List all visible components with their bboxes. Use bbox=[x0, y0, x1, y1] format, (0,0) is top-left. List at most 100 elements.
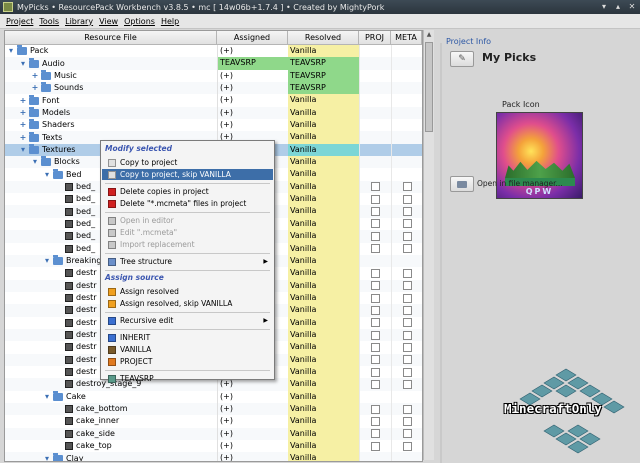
scroll-thumb[interactable] bbox=[425, 42, 433, 132]
menu-library[interactable]: Library bbox=[65, 17, 93, 26]
assigned-cell[interactable]: (+) bbox=[217, 106, 288, 120]
expand-toggle-icon[interactable]: + bbox=[19, 96, 27, 105]
assigned-cell[interactable]: (+) bbox=[217, 402, 288, 416]
table-row[interactable]: + Music (+) TEAVSRP bbox=[5, 69, 422, 83]
menu-item-copy-skip[interactable]: Copy to project, skip VANILLA bbox=[102, 169, 273, 180]
assigned-cell[interactable]: (+) bbox=[217, 415, 288, 428]
expand-toggle-icon[interactable]: ▾ bbox=[43, 454, 51, 461]
menu-item-assign-skip[interactable]: Assign resolved, skip VANILLA bbox=[102, 298, 273, 309]
assigned-cell[interactable]: (+) bbox=[217, 45, 288, 58]
meta-checkbox[interactable] bbox=[402, 231, 412, 241]
assigned-cell[interactable]: (+) bbox=[217, 69, 288, 83]
meta-checkbox[interactable] bbox=[402, 330, 412, 340]
meta-checkbox[interactable] bbox=[402, 416, 412, 426]
expand-toggle-icon[interactable]: ▾ bbox=[19, 59, 27, 68]
menu-tools[interactable]: Tools bbox=[39, 17, 59, 26]
resource-name-cell[interactable]: cake_bottom bbox=[5, 403, 217, 415]
expand-toggle-icon[interactable]: ▾ bbox=[19, 145, 27, 154]
assigned-cell[interactable]: (+) bbox=[217, 119, 288, 132]
proj-checkbox[interactable] bbox=[371, 330, 380, 340]
meta-checkbox[interactable] bbox=[402, 305, 412, 315]
meta-checkbox[interactable] bbox=[402, 379, 412, 389]
meta-checkbox[interactable] bbox=[402, 293, 412, 303]
menu-project[interactable]: Project bbox=[6, 17, 33, 26]
resource-name-cell[interactable]: ▾ Clay bbox=[5, 452, 217, 461]
expand-toggle-icon[interactable]: + bbox=[19, 133, 27, 142]
expand-toggle-icon[interactable]: ▾ bbox=[7, 47, 15, 55]
resource-name-cell[interactable]: cake_side bbox=[5, 428, 217, 440]
table-row[interactable]: + Sounds (+) TEAVSRP bbox=[5, 82, 422, 95]
proj-checkbox[interactable] bbox=[371, 441, 380, 451]
menu-item-edit-meta[interactable]: Edit ".mcmeta" bbox=[102, 227, 273, 238]
assigned-cell[interactable]: (+) bbox=[217, 427, 288, 440]
assigned-cell[interactable]: (+) bbox=[217, 440, 288, 453]
header-resource-file[interactable]: Resource File bbox=[5, 31, 217, 44]
proj-checkbox[interactable] bbox=[371, 342, 380, 352]
meta-checkbox[interactable] bbox=[402, 219, 412, 229]
proj-checkbox[interactable] bbox=[371, 367, 380, 377]
resource-name-cell[interactable]: + Models bbox=[5, 106, 217, 119]
resource-name-cell[interactable]: + Music bbox=[5, 69, 217, 82]
expand-toggle-icon[interactable]: ▾ bbox=[43, 170, 51, 179]
expand-toggle-icon[interactable]: + bbox=[31, 71, 39, 80]
menu-item-tree[interactable]: Tree structure ▶ bbox=[102, 256, 273, 267]
table-row[interactable]: ▾ Pack (+) Vanilla bbox=[5, 45, 422, 58]
table-row[interactable]: ▾ Clay (+) Vanilla bbox=[5, 452, 422, 461]
expand-toggle-icon[interactable]: ▾ bbox=[31, 158, 39, 166]
assigned-cell[interactable]: (+) bbox=[217, 390, 288, 403]
expand-toggle-icon[interactable]: + bbox=[19, 121, 27, 129]
expand-toggle-icon[interactable]: + bbox=[31, 84, 39, 92]
proj-checkbox[interactable] bbox=[371, 281, 380, 291]
resource-name-cell[interactable]: ▾ Audio bbox=[5, 57, 217, 69]
menu-item-vanilla[interactable]: VANILLA bbox=[102, 344, 273, 355]
resource-name-cell[interactable]: cake_top bbox=[5, 440, 217, 452]
resource-name-cell[interactable]: ▾ Cake bbox=[5, 390, 217, 403]
menu-view[interactable]: View bbox=[99, 17, 118, 26]
proj-checkbox[interactable] bbox=[371, 429, 380, 439]
meta-checkbox[interactable] bbox=[402, 281, 412, 291]
table-row[interactable]: + Models (+) Vanilla bbox=[5, 106, 422, 120]
proj-checkbox[interactable] bbox=[371, 305, 380, 315]
header-resolved[interactable]: Resolved bbox=[288, 31, 359, 44]
menu-item-assign[interactable]: Assign resolved bbox=[102, 286, 273, 297]
proj-checkbox[interactable] bbox=[371, 293, 380, 303]
proj-checkbox[interactable] bbox=[371, 244, 380, 254]
assigned-cell[interactable]: (+) bbox=[217, 94, 288, 107]
proj-checkbox[interactable] bbox=[371, 379, 380, 389]
meta-checkbox[interactable] bbox=[402, 355, 412, 365]
menu-item-editor[interactable]: Open in editor bbox=[102, 215, 273, 226]
maximize-icon[interactable]: ▴ bbox=[613, 2, 623, 12]
table-row[interactable]: cake_side (+) Vanilla bbox=[5, 427, 422, 440]
proj-checkbox[interactable] bbox=[371, 318, 380, 328]
close-icon[interactable]: ✕ bbox=[627, 2, 637, 12]
proj-checkbox[interactable] bbox=[371, 182, 380, 192]
resource-name-cell[interactable]: + Shaders bbox=[5, 119, 217, 131]
menu-help[interactable]: Help bbox=[161, 17, 179, 26]
header-proj[interactable]: PROJ bbox=[359, 31, 391, 44]
proj-checkbox[interactable] bbox=[371, 268, 380, 278]
table-row[interactable]: ▾ Cake (+) Vanilla bbox=[5, 390, 422, 403]
assigned-cell[interactable]: (+) bbox=[217, 452, 288, 461]
header-assigned[interactable]: Assigned bbox=[217, 31, 288, 44]
meta-checkbox[interactable] bbox=[402, 182, 412, 192]
proj-checkbox[interactable] bbox=[371, 231, 380, 241]
meta-checkbox[interactable] bbox=[402, 441, 412, 451]
assigned-cell[interactable]: TEAVSRP bbox=[217, 57, 288, 70]
meta-checkbox[interactable] bbox=[402, 268, 412, 278]
menu-item-teavsrp[interactable]: TEAVSRP bbox=[102, 373, 273, 384]
resource-name-cell[interactable]: ▾ Pack bbox=[5, 45, 217, 57]
scroll-up-icon[interactable]: ▲ bbox=[424, 31, 434, 38]
tree-scrollbar[interactable]: ▲ bbox=[423, 30, 434, 460]
header-meta[interactable]: META bbox=[391, 31, 422, 44]
menu-item-delete[interactable]: Delete copies in project bbox=[102, 186, 273, 197]
menu-item-inherit[interactable]: INHERIT bbox=[102, 332, 273, 343]
title-bar[interactable]: MyPicks • ResourcePack Workbench v3.8.5 … bbox=[0, 0, 640, 14]
table-row[interactable]: cake_bottom (+) Vanilla bbox=[5, 402, 422, 416]
meta-checkbox[interactable] bbox=[402, 342, 412, 352]
expand-toggle-icon[interactable]: ▾ bbox=[43, 392, 51, 401]
meta-checkbox[interactable] bbox=[402, 207, 412, 217]
resource-name-cell[interactable]: cake_inner bbox=[5, 415, 217, 427]
menu-item-project[interactable]: PROJECT bbox=[102, 356, 273, 367]
menu-item-recursive[interactable]: Recursive edit ▶ bbox=[102, 315, 273, 326]
resource-name-cell[interactable]: + Sounds bbox=[5, 82, 217, 94]
